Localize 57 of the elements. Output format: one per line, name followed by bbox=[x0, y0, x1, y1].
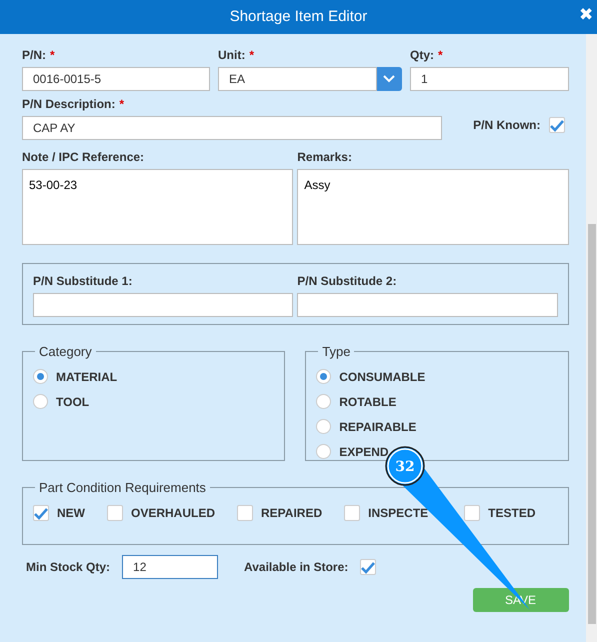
checkbox[interactable] bbox=[548, 117, 564, 133]
field-label: Note / IPC Reference: bbox=[22, 149, 144, 166]
checkbox[interactable] bbox=[344, 504, 360, 520]
text-area[interactable]: 53-00-23 bbox=[22, 169, 294, 245]
input-field[interactable]: 0016-0015-5 bbox=[22, 67, 210, 91]
required-mark: * bbox=[119, 96, 124, 113]
radio-label: TOOL bbox=[56, 394, 90, 410]
radio-label: ROTABLE bbox=[339, 394, 396, 410]
callout-number: 32 bbox=[395, 459, 415, 475]
unit-field[interactable]: EA bbox=[218, 67, 377, 91]
field-label: Qty: bbox=[410, 47, 434, 64]
close-button[interactable]: ✖ bbox=[579, 6, 593, 23]
radio-label: REPAIRABLE bbox=[339, 418, 416, 436]
radio-button[interactable] bbox=[33, 394, 48, 409]
window-title: Shortage Item Editor bbox=[230, 6, 368, 27]
radio-button[interactable] bbox=[316, 419, 332, 434]
chevron-down-icon bbox=[383, 75, 396, 83]
checkbox[interactable] bbox=[33, 504, 49, 520]
group-legend: Part Condition Requirements bbox=[35, 481, 210, 494]
required-mark: * bbox=[438, 47, 443, 64]
radio-button[interactable] bbox=[316, 394, 332, 409]
field-label: P/N Substitude 2: bbox=[297, 273, 397, 290]
field-label: Remarks: bbox=[297, 149, 352, 166]
radio-label: EXPEND bbox=[339, 444, 389, 460]
group-legend: Type bbox=[318, 345, 354, 358]
checkbox-label: NEW bbox=[57, 504, 85, 522]
dropdown-button[interactable] bbox=[376, 67, 402, 91]
input-field[interactable] bbox=[297, 293, 558, 317]
checkbox-label: OVERHAULED bbox=[131, 504, 216, 522]
group-legend: Category bbox=[35, 345, 96, 358]
radio-button[interactable] bbox=[316, 369, 332, 384]
field-label: P/N Description: bbox=[22, 96, 116, 113]
field-label: P/N: bbox=[22, 47, 46, 64]
checkbox-label: TESTED bbox=[488, 504, 536, 522]
checkbox-label: P/N Known: bbox=[473, 117, 540, 134]
required-mark: * bbox=[50, 47, 55, 64]
checkbox[interactable] bbox=[360, 559, 376, 575]
checkbox-label: INSPECTE bbox=[368, 504, 428, 522]
scrollbar[interactable] bbox=[586, 34, 597, 642]
input-field[interactable]: 1 bbox=[410, 67, 568, 91]
required-mark: * bbox=[249, 47, 254, 64]
checkbox[interactable] bbox=[464, 504, 480, 520]
text-area[interactable]: Assy bbox=[297, 169, 568, 245]
field-label: Unit: bbox=[218, 47, 246, 64]
field-label: Min Stock Qty: bbox=[26, 559, 110, 576]
checkbox[interactable] bbox=[237, 504, 254, 520]
checkbox[interactable] bbox=[107, 504, 123, 520]
radio-label: MATERIAL bbox=[56, 368, 118, 386]
radio-label: CONSUMABLE bbox=[339, 368, 426, 386]
radio-button[interactable] bbox=[33, 369, 48, 384]
radio-button[interactable] bbox=[316, 444, 332, 459]
field-label: P/N Substitude 1: bbox=[33, 273, 132, 290]
input-field[interactable]: 12 bbox=[122, 555, 218, 579]
input-field[interactable] bbox=[33, 293, 294, 317]
checkbox-label: REPAIRED bbox=[261, 504, 322, 522]
checkbox-label: Available in Store: bbox=[244, 559, 348, 576]
input-field[interactable]: CAP AY bbox=[22, 116, 442, 140]
